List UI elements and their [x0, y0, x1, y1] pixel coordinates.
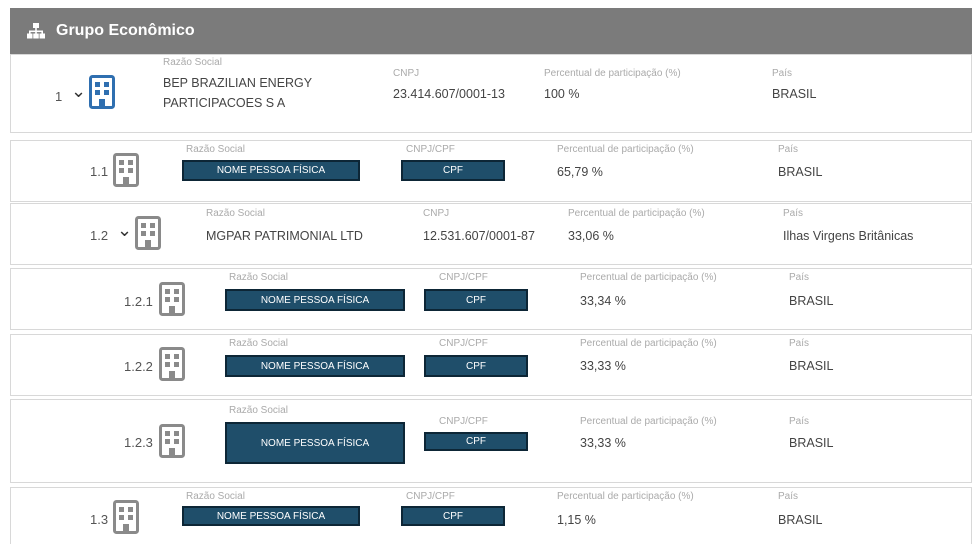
percent-caption: Percentual de participação (%): [580, 272, 717, 283]
org-chart-icon: [26, 22, 46, 40]
pais-value: BRASIL: [772, 87, 817, 101]
row-index: 1.2.3: [124, 435, 153, 450]
tree-row: 1.2.1 Razão Social NOME PESSOA FÍSICA CN…: [10, 268, 972, 330]
percent-value: 33,33 %: [580, 359, 626, 373]
cnpj-caption: CNPJ: [393, 68, 420, 79]
pais-caption: País: [789, 338, 810, 349]
tree-row: 1.3 Razão Social NOME PESSOA FÍSICA CNPJ…: [10, 487, 972, 544]
building-icon: [113, 153, 139, 187]
percent-value: 65,79 %: [557, 165, 603, 179]
redacted-name: NOME PESSOA FÍSICA: [225, 289, 405, 311]
tree-row: 1.2.2 Razão Social NOME PESSOA FÍSICA CN…: [10, 334, 972, 396]
pais-caption: País: [778, 491, 799, 502]
chevron-down-icon[interactable]: ⌄: [71, 81, 86, 102]
percent-caption: Percentual de participação (%): [568, 208, 705, 219]
redacted-doc: CPF: [424, 289, 528, 311]
percent-value: 33,06 %: [568, 229, 614, 243]
redacted-name: NOME PESSOA FÍSICA: [182, 506, 360, 526]
percent-caption: Percentual de participação (%): [544, 68, 681, 79]
cnpj-value: 12.531.607/0001-87: [423, 229, 535, 243]
percent-value: 1,15 %: [557, 513, 596, 527]
tree-row: 1.1 Razão Social NOME PESSOA FÍSICA CNPJ…: [10, 140, 972, 202]
tree-row: 1.2.3 Razão Social NOME PESSOA FÍSICA CN…: [10, 399, 972, 483]
redacted-doc: CPF: [401, 160, 505, 181]
percent-value: 100 %: [544, 87, 580, 101]
cnpjcpf-caption: CNPJ/CPF: [439, 416, 488, 427]
percent-value: 33,34 %: [580, 294, 626, 308]
cnpjcpf-caption: CNPJ/CPF: [439, 272, 488, 283]
percent-caption: Percentual de participação (%): [557, 144, 694, 155]
tree-row: 1 ⌄ Razão Social BEP BRAZILIAN ENERGY PA…: [10, 54, 972, 133]
building-icon: [89, 75, 115, 109]
razao-social-caption: Razão Social: [206, 208, 265, 219]
section-header: Grupo Econômico: [10, 8, 972, 54]
razao-social-caption: Razão Social: [229, 338, 288, 349]
cnpjcpf-caption: CNPJ/CPF: [439, 338, 488, 349]
razao-social-caption: Razão Social: [186, 491, 245, 502]
row-index: 1.1: [90, 164, 109, 179]
razao-social-value: BEP BRAZILIAN ENERGY PARTICIPACOES S A: [163, 76, 312, 110]
redacted-name: NOME PESSOA FÍSICA: [225, 355, 405, 377]
row-index: 1.2: [90, 228, 109, 243]
cnpj-value: 23.414.607/0001-13: [393, 87, 505, 101]
redacted-doc: CPF: [424, 432, 528, 451]
row-index: 1.2.1: [124, 294, 153, 309]
percent-caption: Percentual de participação (%): [580, 416, 717, 427]
redacted-name: NOME PESSOA FÍSICA: [225, 422, 405, 464]
percent-caption: Percentual de participação (%): [557, 491, 694, 502]
section-title: Grupo Econômico: [56, 22, 195, 39]
razao-social-caption: Razão Social: [163, 57, 222, 68]
chevron-down-icon[interactable]: ⌄: [117, 220, 132, 241]
pais-value: BRASIL: [789, 359, 834, 373]
pais-caption: País: [783, 208, 804, 219]
pais-caption: País: [772, 68, 793, 79]
redacted-doc: CPF: [401, 506, 505, 526]
pais-value: BRASIL: [778, 513, 823, 527]
building-icon: [159, 282, 185, 316]
pais-caption: País: [778, 144, 799, 155]
building-icon: [113, 500, 139, 534]
cnpj-caption: CNPJ: [423, 208, 450, 219]
building-icon: [135, 216, 161, 250]
row-index: 1.3: [90, 512, 109, 527]
row-index: 1.2.2: [124, 359, 153, 374]
pais-value: BRASIL: [789, 436, 834, 450]
cnpjcpf-caption: CNPJ/CPF: [406, 491, 455, 502]
percent-caption: Percentual de participação (%): [580, 338, 717, 349]
pais-caption: País: [789, 272, 810, 283]
tree-row: 1.2 ⌄ Razão Social MGPAR PATRIMONIAL LTD…: [10, 203, 972, 265]
pais-caption: País: [789, 416, 810, 427]
razao-social-caption: Razão Social: [229, 405, 288, 416]
pais-value: Ilhas Virgens Britânicas: [783, 229, 914, 243]
redacted-name: NOME PESSOA FÍSICA: [182, 160, 360, 181]
row-index: 1: [55, 89, 63, 104]
building-icon: [159, 347, 185, 381]
pais-value: BRASIL: [778, 165, 823, 179]
razao-social-value: MGPAR PATRIMONIAL LTD: [206, 229, 363, 243]
pais-value: BRASIL: [789, 294, 834, 308]
redacted-doc: CPF: [424, 355, 528, 377]
percent-value: 33,33 %: [580, 436, 626, 450]
razao-social-caption: Razão Social: [229, 272, 288, 283]
cnpjcpf-caption: CNPJ/CPF: [406, 144, 455, 155]
razao-social-caption: Razão Social: [186, 144, 245, 155]
building-icon: [159, 424, 185, 458]
